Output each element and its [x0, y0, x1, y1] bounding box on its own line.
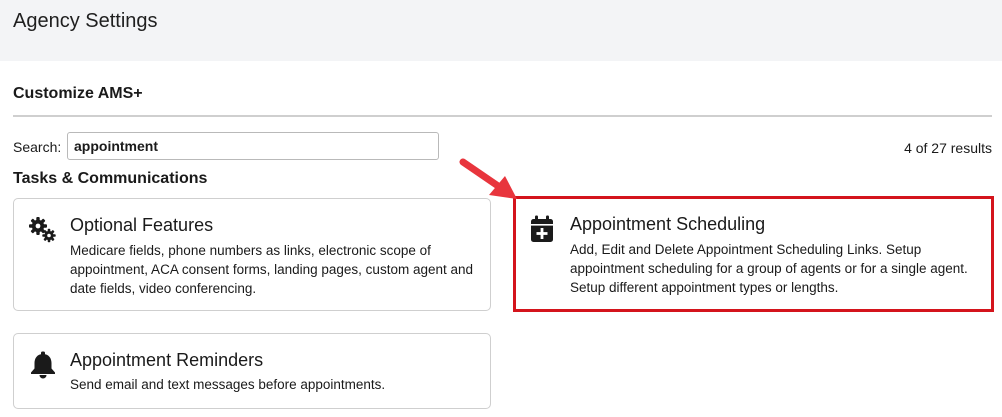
search-input[interactable]: [67, 132, 439, 160]
arrow-down-right-icon: [455, 155, 525, 207]
section-title: Customize AMS+: [13, 85, 143, 102]
search-label: Search:: [13, 139, 62, 155]
page-title: Agency Settings: [13, 10, 158, 32]
card-title: Optional Features: [70, 215, 214, 235]
card-title: Appointment Scheduling: [570, 214, 766, 234]
gears-icon: [28, 216, 58, 244]
card-description: Send email and text messages before appo…: [70, 377, 386, 392]
bell-icon: [28, 351, 58, 379]
section-divider: [13, 115, 992, 117]
group-title: Tasks & Communications: [13, 170, 208, 187]
page-header: Agency Settings: [0, 0, 1002, 61]
card-title: Appointment Reminders: [70, 350, 264, 370]
card-description: Add, Edit and Delete Appointment Schedul…: [570, 242, 968, 295]
calendar-plus-icon: [528, 215, 558, 243]
card-appointment-scheduling[interactable]: Appointment Scheduling Add, Edit and Del…: [514, 198, 992, 311]
results-count: 4 of 27 results: [904, 140, 992, 156]
card-appointment-reminders[interactable]: Appointment Reminders Send email and tex…: [13, 333, 491, 409]
card-optional-features[interactable]: Optional Features Medicare fields, phone…: [13, 198, 491, 311]
card-description: Medicare fields, phone numbers as links,…: [70, 243, 474, 296]
